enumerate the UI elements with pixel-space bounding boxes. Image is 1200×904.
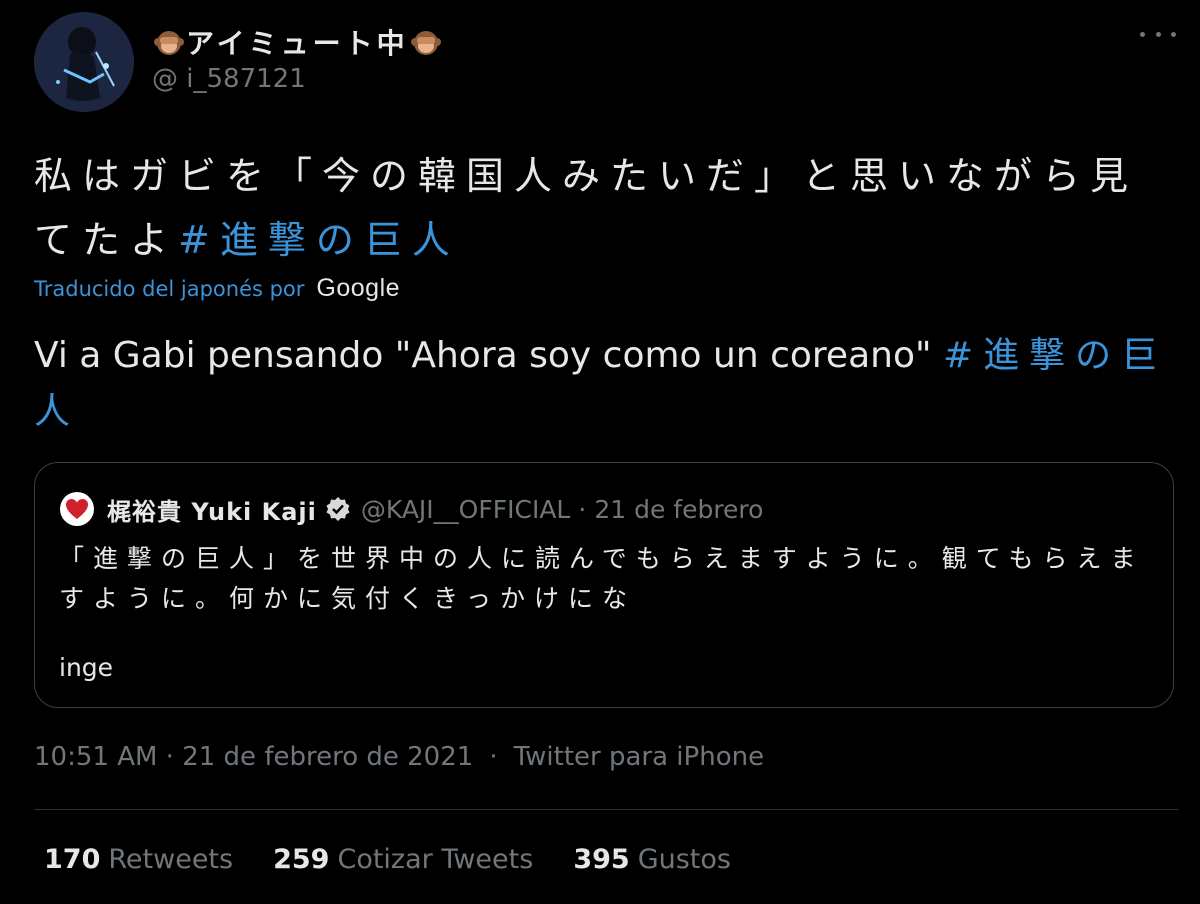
google-logo: Google [316,274,401,302]
translation-attribution: Traducido del japonés por Google [34,274,400,303]
see-no-evil-monkey-icon [410,31,441,55]
display-name-text: アイミュート中 [186,27,409,60]
see-no-evil-monkey-icon [154,31,184,55]
retweets-count: 170 [44,844,101,875]
quoted-date: 21 de febrero [594,494,764,524]
tweet-meta: 10:51 AM · 21 de febrero de 2021 · Twitt… [34,742,764,772]
likes-label: Gustos [637,844,731,875]
more-options-icon[interactable] [1140,24,1176,44]
translation-body: Vi a Gabi pensando "Ahora soy como un co… [34,335,943,376]
user-avatar[interactable] [34,12,134,112]
author-handle[interactable]: @ i_587121 [152,64,306,94]
author-display-name[interactable]: アイミュート中 [152,22,443,62]
quote-tweets-stat[interactable]: 259 Cotizar Tweets [273,844,533,875]
quoted-tweet-footer-text: inge [59,653,114,682]
likes-count: 395 [573,844,630,875]
retweets-stat[interactable]: 170 Retweets [44,844,233,875]
translated-by-label[interactable]: Traducido del japonés por [34,277,304,301]
retweets-label: Retweets [108,844,234,875]
quoted-separator: · [578,494,587,524]
verified-badge-icon [326,497,350,521]
quoted-tweet-header: 梶裕貴 Yuki Kaji @KAJI__OFFICIAL · 21 de fe… [59,491,763,527]
quoted-author-name: 梶裕貴 Yuki Kaji [107,497,317,526]
quoted-tweet-text: 「進撃の巨人」を世界中の人に読んでもらえますように。観てもらえますように。何かに… [59,544,1145,613]
avatar-image-icon [34,12,134,112]
hashtag-link[interactable]: #進撃の巨人 [178,218,460,262]
tweet-stats: 170 Retweets 259 Cotizar Tweets 395 Gustos [44,844,771,875]
divider [34,809,1178,810]
tweet-timestamp[interactable]: 10:51 AM · 21 de febrero de 2021 [34,742,473,772]
quotes-label: Cotizar Tweets [337,844,534,875]
quoted-author-handle: @KAJI__OFFICIAL [360,494,571,524]
tweet-source[interactable]: Twitter para iPhone [514,742,765,772]
quoted-author-avatar-heart-icon [60,492,94,526]
translation-text: Vi a Gabi pensando "Ahora soy como un co… [34,328,1184,440]
tweet-text: 私はガビを「今の韓国人みたいだ」と思いながら見てたよ#進撃の巨人 [34,144,1184,272]
quoted-tweet-card[interactable]: 梶裕貴 Yuki Kaji @KAJI__OFFICIAL · 21 de fe… [34,462,1174,708]
quotes-count: 259 [273,844,330,875]
meta-separator: · [489,742,498,772]
likes-stat[interactable]: 395 Gustos [573,844,731,875]
